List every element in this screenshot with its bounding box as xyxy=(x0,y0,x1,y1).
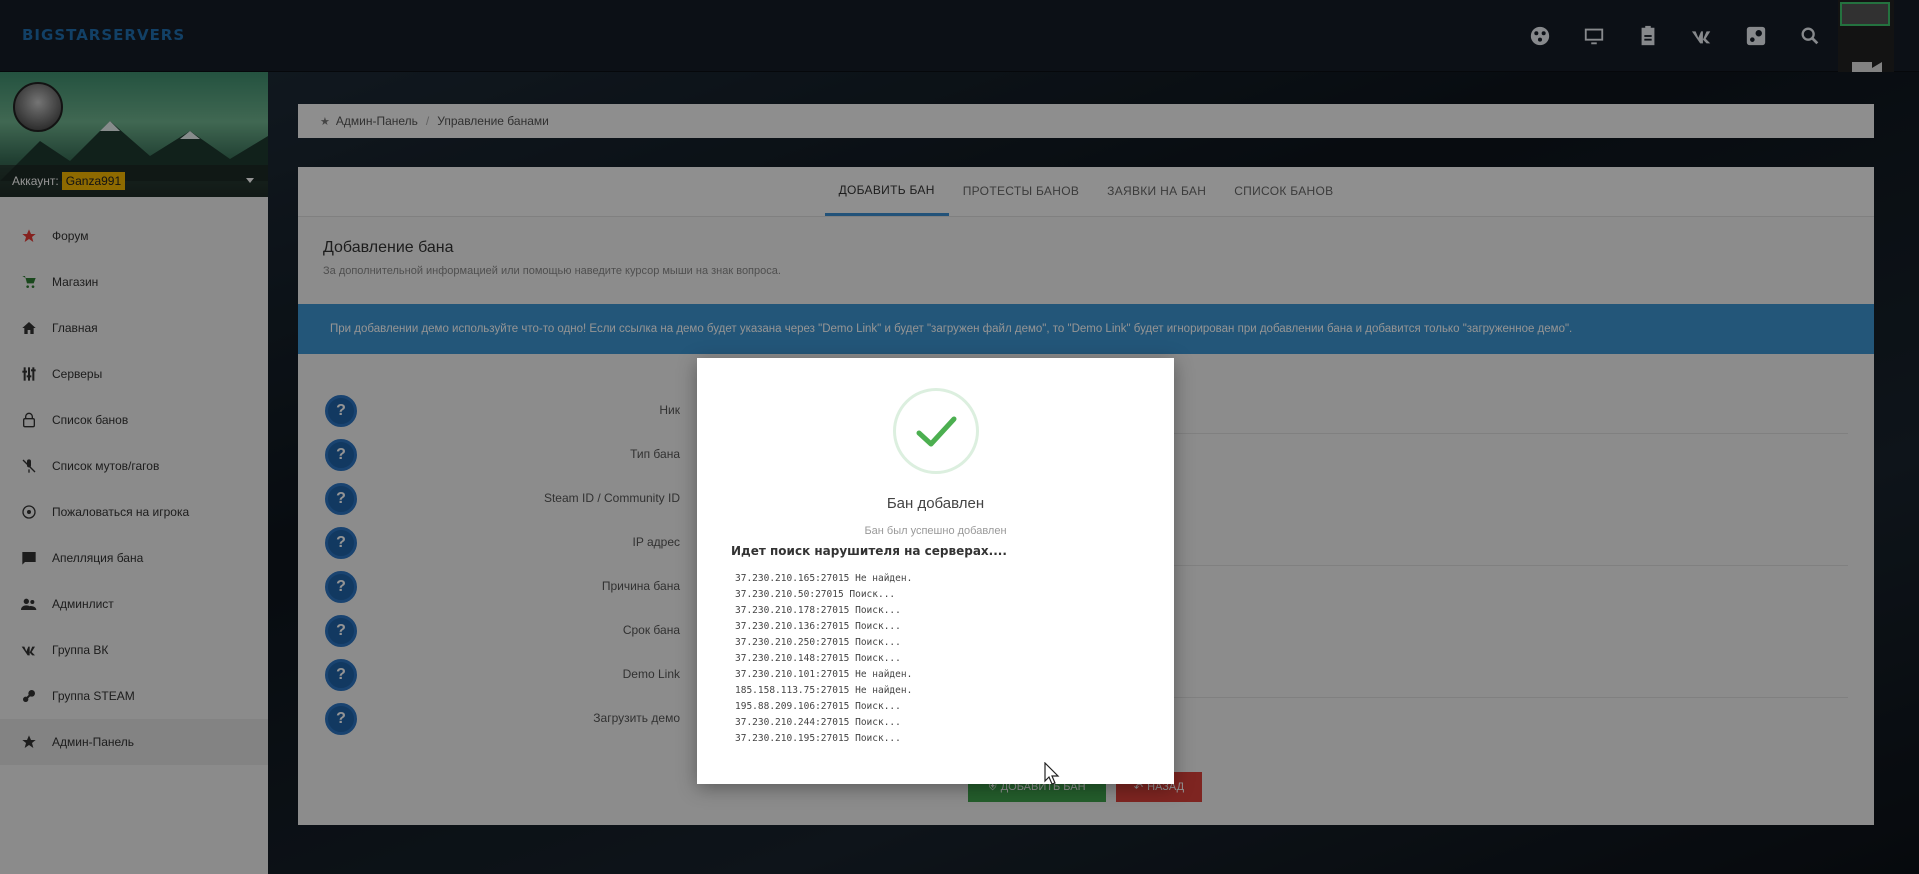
log-line: 37.230.210.101:27015 Не найден. xyxy=(735,669,913,680)
server-search-title: Идет поиск нарушителя на серверах.... xyxy=(731,544,1007,558)
success-dialog: Бан добавлен Бан был успешно добавлен Ид… xyxy=(697,358,1174,784)
log-line: 37.230.210.136:27015 Поиск... xyxy=(735,621,901,632)
log-line: 37.230.210.250:27015 Поиск... xyxy=(735,637,901,648)
log-line: 185.158.113.75:27015 Не найден. xyxy=(735,685,913,696)
log-line: 37.230.210.148:27015 Поиск... xyxy=(735,653,901,664)
server-search-log: 37.230.210.165:27015 Не найден. 37.230.2… xyxy=(735,571,912,747)
log-line: 37.230.210.50:27015 Поиск... xyxy=(735,589,896,600)
dialog-text: Бан был успешно добавлен xyxy=(864,525,1007,537)
dialog-title: Бан добавлен xyxy=(886,495,985,512)
log-line: 37.230.210.244:27015 Поиск... xyxy=(735,717,901,728)
log-line: 37.230.210.165:27015 Не найден. xyxy=(735,573,913,584)
log-line: 37.230.210.195:27015 Поиск... xyxy=(735,733,901,744)
success-check-icon xyxy=(893,388,979,474)
mouse-cursor-icon xyxy=(1044,762,1060,785)
log-line: 37.230.210.178:27015 Поиск... xyxy=(735,605,901,616)
log-line: 195.88.209.106:27015 Поиск... xyxy=(735,701,901,712)
